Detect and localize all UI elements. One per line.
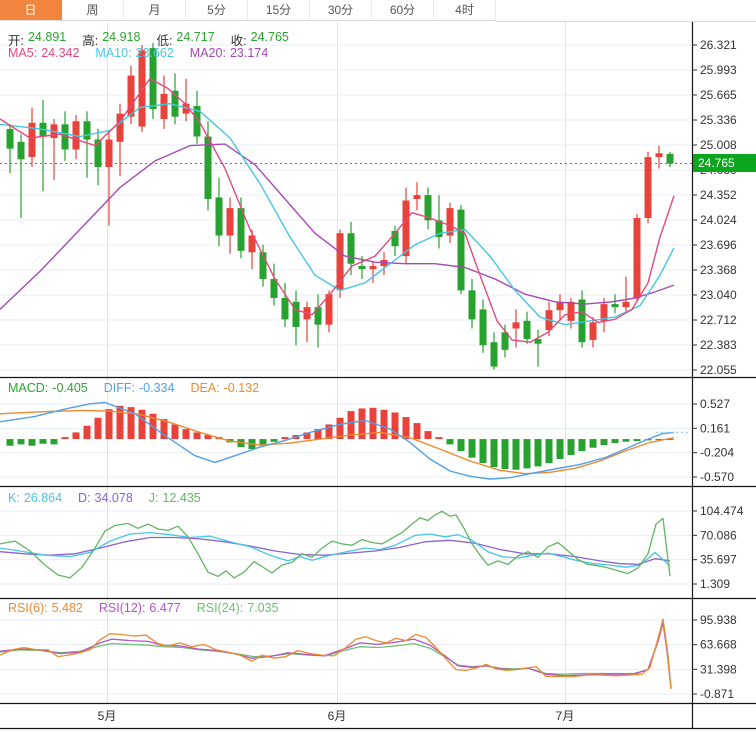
j-value: 12.435 <box>163 491 201 505</box>
rsi6-label: RSI(6): <box>8 601 48 615</box>
macd-axis-tick-0: 0.527 <box>700 397 730 411</box>
tab-日[interactable]: 日 <box>0 0 62 21</box>
timeframe-tabs: 日周月5分15分30分60分4时 <box>0 0 756 22</box>
k-label: K: <box>8 491 20 505</box>
kdj-axis-tick-0: 104.474 <box>700 504 744 518</box>
tab-4时[interactable]: 4时 <box>434 0 496 21</box>
tab-5分[interactable]: 5分 <box>186 0 248 21</box>
ma5-value: 24.342 <box>41 46 79 60</box>
tabbar-filler <box>496 0 756 22</box>
tab-30分[interactable]: 30分 <box>310 0 372 21</box>
dea-value: -0.132 <box>224 381 259 395</box>
rsi-readout: RSI(6): 5.482 RSI(12):6.477 RSI(24):7.035 <box>8 601 279 615</box>
price-axis-tick-11: 22.712 <box>700 313 737 327</box>
price-axis-tick-1: 25.993 <box>700 63 737 77</box>
price-axis-tick-6: 24.352 <box>700 188 737 202</box>
macd-label: MACD: <box>8 381 48 395</box>
macd-axis-tick-1: 0.161 <box>700 421 730 435</box>
chart-plot-area[interactable]: 26.32125.99325.66525.33625.00824.68024.3… <box>0 0 756 732</box>
ma10-value: 23.662 <box>136 46 174 60</box>
diff-value: -0.334 <box>139 381 174 395</box>
macd-axis-tick-2: -0.204 <box>700 446 734 460</box>
price-axis-tick-4: 25.008 <box>700 138 737 152</box>
macd-value: -0.405 <box>52 381 87 395</box>
x-axis-month-1: 5月 <box>98 709 117 723</box>
j-label: J: <box>149 491 159 505</box>
tab-月[interactable]: 月 <box>124 0 186 21</box>
current-price-badge: 24.765 <box>693 154 756 172</box>
rsi24-value: 7.035 <box>247 601 278 615</box>
d-value: 34.078 <box>95 491 133 505</box>
k-value: 26.864 <box>24 491 62 505</box>
rsi-axis-tick-1: 63.668 <box>700 638 737 652</box>
kdj-readout: K: 26.864 D: 34.078 J: 12.435 <box>8 491 201 505</box>
tab-周[interactable]: 周 <box>62 0 124 21</box>
price-axis-tick-3: 25.336 <box>700 113 737 127</box>
dea-label: DEA: <box>190 381 219 395</box>
stock-chart-widget: 日周月5分15分30分60分4时 26.321 25.993 25.665 25.33… <box>0 0 756 732</box>
rsi-axis-tick-0: 95.938 <box>700 613 737 627</box>
ma20-value: 23.174 <box>230 46 268 60</box>
ma5-label: MA5: <box>8 46 37 60</box>
price-axis-tick-13: 22.055 <box>700 363 737 377</box>
rsi-axis-tick-3: -0.871 <box>700 687 734 701</box>
price-axis-tick-12: 22.383 <box>700 338 737 352</box>
d-label: D: <box>78 491 91 505</box>
price-axis-tick-0: 26.321 <box>700 38 737 52</box>
ma10-label: MA10: <box>95 46 131 60</box>
ma-readout: MA5: 24.342 MA10: 23.662 MA20: 23.174 <box>8 46 268 60</box>
price-axis-tick-2: 25.665 <box>700 88 737 102</box>
ma20-label: MA20: <box>190 46 226 60</box>
x-axis-month-3: 7月 <box>556 709 575 723</box>
macd-axis-tick-3: -0.570 <box>700 470 734 484</box>
tab-15分[interactable]: 15分 <box>248 0 310 21</box>
kdj-axis-tick-2: 35.697 <box>700 553 737 567</box>
macd-readout: MACD: -0.405 DIFF: -0.334 DEA: -0.132 <box>8 381 259 395</box>
price-axis-tick-10: 23.040 <box>700 288 737 302</box>
rsi12-value: 6.477 <box>149 601 180 615</box>
price-axis-tick-9: 23.368 <box>700 263 737 277</box>
price-axis-tick-8: 23.696 <box>700 238 737 252</box>
rsi12-label: RSI(12): <box>99 601 146 615</box>
x-axis-month-2: 6月 <box>328 709 347 723</box>
rsi-axis-tick-2: 31.398 <box>700 662 737 676</box>
rsi6-value: 5.482 <box>52 601 83 615</box>
tab-60分[interactable]: 60分 <box>372 0 434 21</box>
kdj-axis-tick-3: 1.309 <box>700 577 730 591</box>
diff-label: DIFF: <box>104 381 135 395</box>
kdj-axis-tick-1: 70.086 <box>700 528 737 542</box>
rsi24-label: RSI(24): <box>197 601 244 615</box>
price-axis-tick-7: 24.024 <box>700 213 737 227</box>
